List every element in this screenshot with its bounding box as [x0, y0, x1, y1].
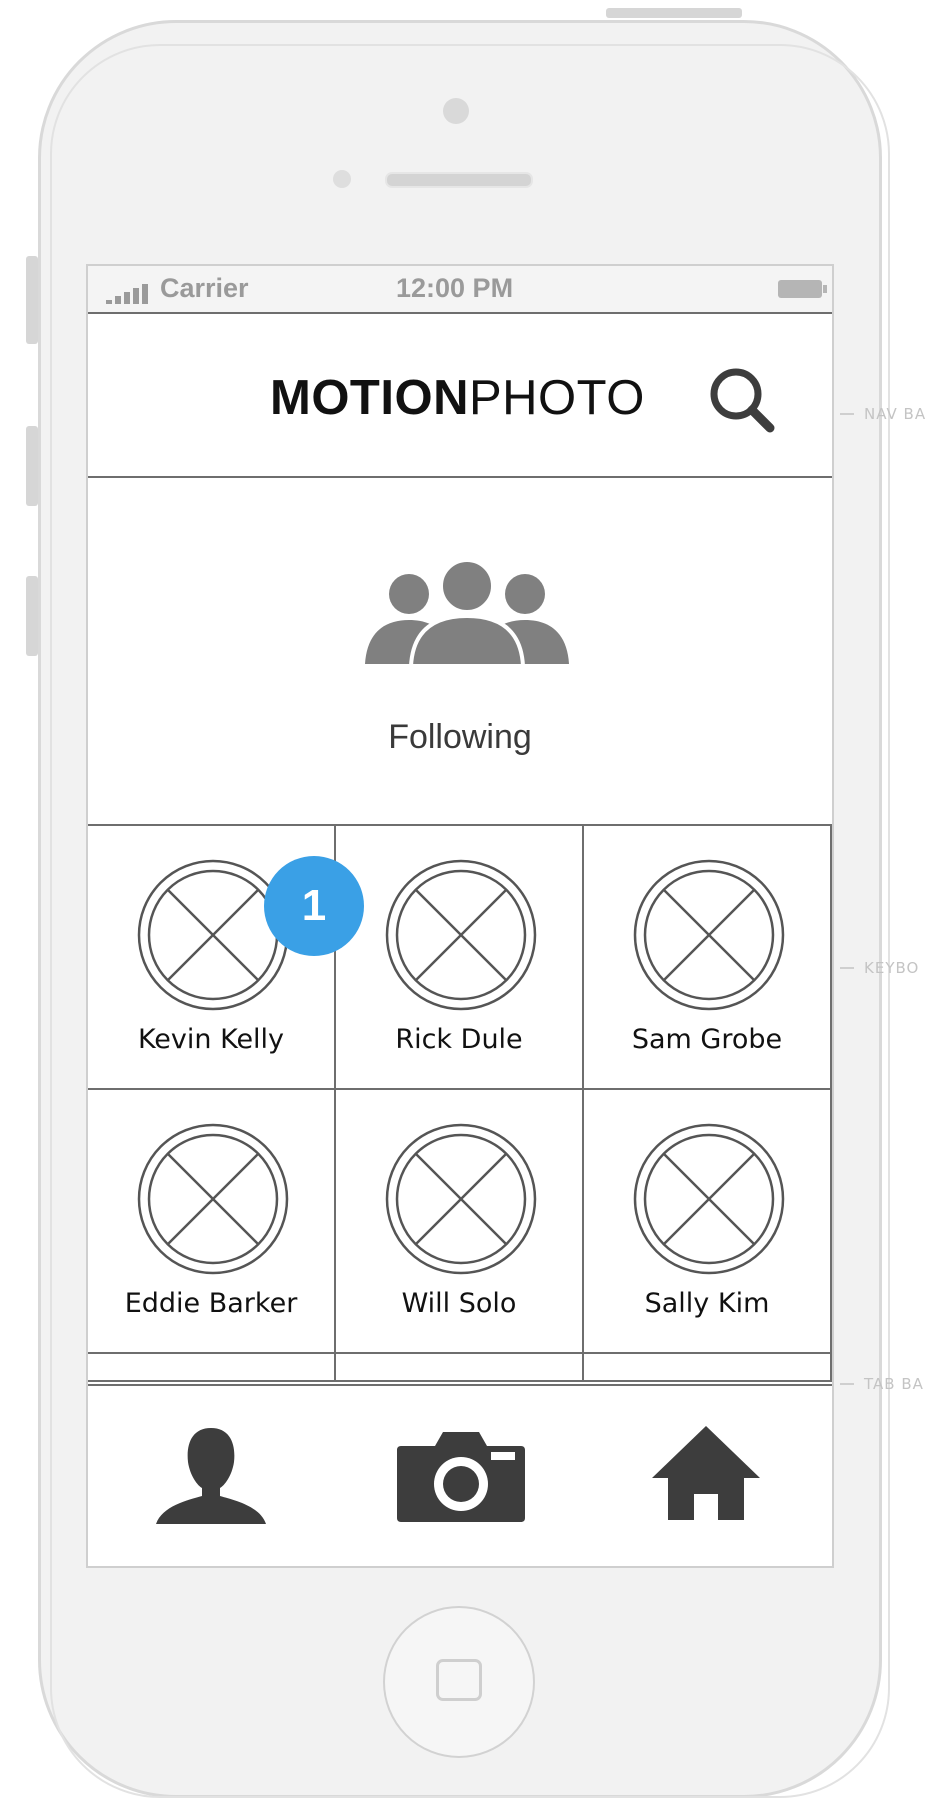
person-cell-eddie-barker[interactable]: Eddie Barker [88, 1088, 336, 1354]
profile-icon [156, 1428, 266, 1524]
nav-bar: MOTIONPHOTO [88, 312, 832, 478]
person-name: Rick Dule [395, 1024, 523, 1055]
app-logo: MOTIONPHOTO [270, 370, 645, 426]
person-cell-will-solo[interactable]: Will Solo [334, 1088, 584, 1354]
person-name: Sam Grobe [631, 1024, 783, 1055]
keyboard-callout: KEYBO [864, 959, 920, 977]
logo-bold-text: MOTION [270, 371, 469, 425]
status-time: 12:00 PM [396, 273, 514, 303]
volume-up-button [26, 426, 38, 506]
avatar-placeholder-icon [385, 859, 537, 1011]
following-title: Following [388, 718, 532, 756]
following-grid: Kevin Kelly Rick Dule Sam Grobe Eddie Ba… [88, 824, 832, 1384]
signal-strength-icon [106, 284, 150, 304]
screen: Carrier 12:00 PM MOTIONPHOTO Following K… [86, 264, 834, 1568]
tab-bar-callout-line [840, 1383, 854, 1385]
power-button [606, 8, 742, 18]
search-icon [710, 368, 775, 433]
avatar-placeholder-icon [633, 859, 785, 1011]
person-cell-partial[interactable] [334, 1352, 584, 1382]
battery-icon [778, 280, 827, 298]
tab-bar [88, 1384, 832, 1566]
home-button[interactable] [383, 1606, 535, 1758]
person-cell-rick-dule[interactable]: Rick Dule [334, 824, 584, 1090]
carrier-label: Carrier [160, 273, 249, 303]
avatar-placeholder-icon [137, 859, 289, 1011]
person-name: Will Solo [401, 1288, 517, 1319]
keyboard-callout-line [840, 967, 854, 969]
search-button[interactable] [706, 364, 778, 436]
person-cell-partial[interactable] [88, 1352, 336, 1382]
tab-camera[interactable] [337, 1386, 585, 1566]
proximity-sensor [333, 170, 351, 188]
person-cell-sally-kim[interactable]: Sally Kim [582, 1088, 832, 1354]
person-name: Eddie Barker [124, 1288, 298, 1319]
camera-icon [397, 1432, 525, 1522]
person-name: Kevin Kelly [137, 1024, 285, 1055]
people-group-icon [365, 558, 569, 668]
nav-bar-callout-line [840, 413, 854, 415]
tab-bar-callout: TAB BA [864, 1375, 924, 1393]
person-name: Sally Kim [644, 1288, 770, 1319]
home-icon [652, 1426, 760, 1520]
annotation-badge: 1 [264, 856, 364, 956]
tab-home[interactable] [586, 1386, 832, 1566]
person-cell-partial[interactable] [582, 1352, 832, 1382]
volume-down-button [26, 576, 38, 656]
tab-profile[interactable] [88, 1386, 336, 1566]
status-bar: Carrier 12:00 PM [88, 266, 832, 312]
home-button-square-icon [436, 1659, 482, 1701]
nav-bar-callout: NAV BA [864, 405, 927, 423]
person-cell-sam-grobe[interactable]: Sam Grobe [582, 824, 832, 1090]
avatar-placeholder-icon [385, 1123, 537, 1275]
earpiece-speaker [385, 172, 533, 188]
avatar-placeholder-icon [137, 1123, 289, 1275]
logo-regular-text: PHOTO [468, 371, 645, 425]
mute-switch [26, 256, 38, 344]
avatar-placeholder-icon [633, 1123, 785, 1275]
following-header: Following [88, 478, 832, 824]
front-camera [443, 98, 469, 124]
